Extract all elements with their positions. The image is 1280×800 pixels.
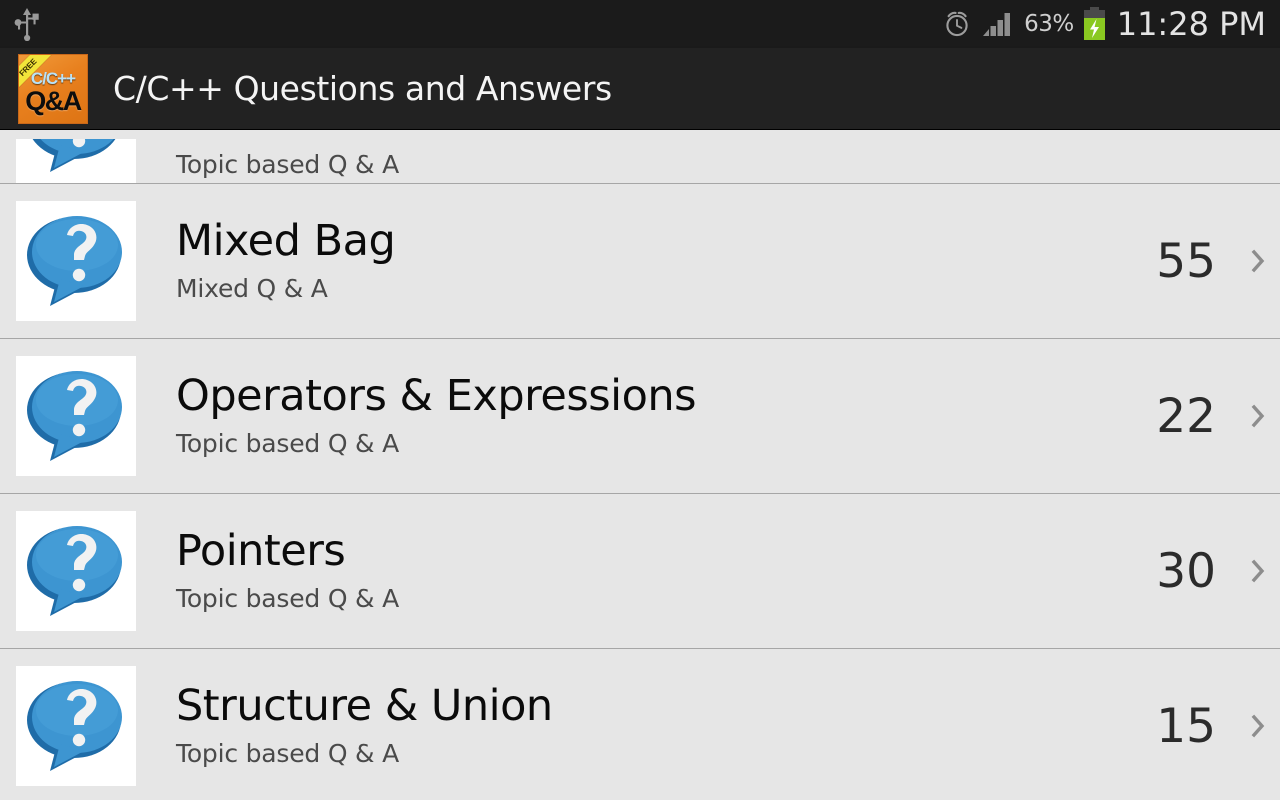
list-item-subtitle: Mixed Q & A <box>176 273 328 303</box>
question-bubble-icon <box>16 666 136 786</box>
list-item-title: Mixed Bag <box>176 216 396 267</box>
list-item-title: Pointers <box>176 526 346 577</box>
status-bar-clock: 11:28 PM <box>1116 5 1266 43</box>
list-item-text: Structure & Union Topic based Q & A <box>176 681 1126 768</box>
list-item[interactable]: Mixed Bag Mixed Q & A 55 <box>0 184 1280 339</box>
list-item-title: Operators & Expressions <box>176 371 697 422</box>
chevron-right-icon <box>1250 247 1266 275</box>
alarm-clock-icon <box>942 9 972 39</box>
chevron-right-icon <box>1250 712 1266 740</box>
status-bar-left <box>12 7 42 41</box>
battery-percent-label: 63% <box>1024 11 1074 37</box>
list-item[interactable]: Operators & Expressions Topic based Q & … <box>0 339 1280 494</box>
status-bar-right: 63% 11:28 PM <box>942 5 1266 43</box>
list-item-subtitle: Topic based Q & A <box>176 428 400 458</box>
list-item-text: Pointers Topic based Q & A <box>176 526 1126 613</box>
list-item-count: 22 <box>1156 388 1216 444</box>
list-item-subtitle: Topic based Q & A <box>176 738 400 768</box>
list-item-text: Operators & Expressions Topic based Q & … <box>176 371 1126 458</box>
battery-charging-icon <box>1083 7 1106 41</box>
list-item[interactable]: Structure & Union Topic based Q & A 15 <box>0 649 1280 800</box>
question-bubble-icon <box>16 139 136 183</box>
list-item-count: 55 <box>1156 233 1216 289</box>
category-list[interactable]: Topic based Q & A Mixed Bag Mixed Q & A … <box>0 130 1280 800</box>
status-bar: 63% 11:28 PM <box>0 0 1280 48</box>
app-logo-line2: Q&A <box>25 85 82 116</box>
usb-icon <box>12 7 42 41</box>
list-item-text: Mixed Bag Mixed Q & A <box>176 216 1126 303</box>
list-item-subtitle: Topic based Q & A <box>176 150 400 179</box>
chevron-right-icon <box>1250 557 1266 585</box>
signal-bars-icon <box>981 10 1015 38</box>
question-bubble-icon <box>16 356 136 476</box>
app-logo-icon[interactable]: FREE C/C++ Q&A <box>18 53 88 124</box>
list-item-subtitle: Topic based Q & A <box>176 583 400 613</box>
chevron-right-icon <box>1250 155 1266 183</box>
list-item-count: 30 <box>1156 543 1216 599</box>
action-bar: FREE C/C++ Q&A C/C++ Questions and Answe… <box>0 48 1280 130</box>
list-item-title: Structure & Union <box>176 681 553 732</box>
list-item[interactable]: Pointers Topic based Q & A 30 <box>0 494 1280 649</box>
list-item-text: Topic based Q & A <box>176 150 1126 183</box>
app-title: C/C++ Questions and Answers <box>113 69 612 108</box>
chevron-right-icon <box>1250 402 1266 430</box>
list-item[interactable]: Topic based Q & A <box>0 130 1280 184</box>
question-bubble-icon <box>16 201 136 321</box>
list-item-count: 15 <box>1156 698 1216 754</box>
question-bubble-icon <box>16 511 136 631</box>
app-screen: 63% 11:28 PM FREE C/C++ Q&A C/C++ Questi… <box>0 0 1280 800</box>
